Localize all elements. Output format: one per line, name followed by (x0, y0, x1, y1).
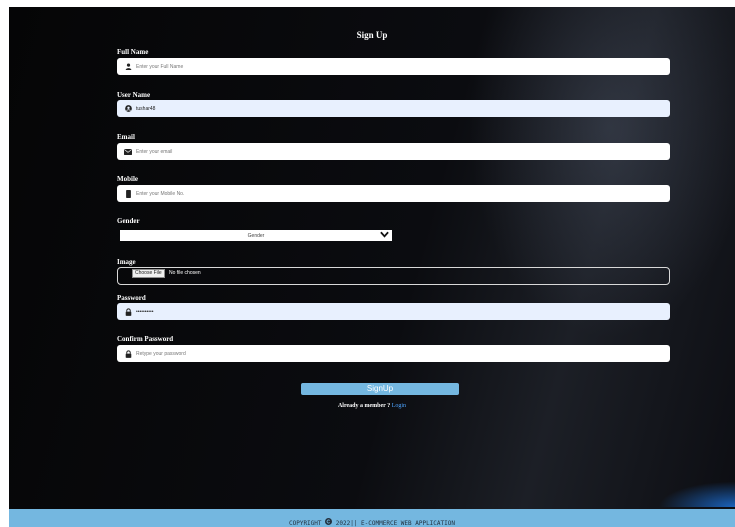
gender-label: Gender (117, 217, 140, 225)
signup-button[interactable]: SignUp (301, 383, 459, 395)
background-light-streak (645, 477, 735, 507)
already-member-text: Already a member ? Login (9, 403, 735, 409)
user-circle-icon (121, 105, 135, 112)
image-file-input: Choose File No file chosen (117, 267, 670, 285)
user-name-input[interactable] (135, 101, 656, 116)
user-name-label: User Name (117, 91, 151, 99)
signup-page: Sign Up Full Name User Name Email Mobile… (9, 7, 735, 527)
user-name-field-wrapper (117, 100, 670, 117)
chevron-down-icon (380, 231, 389, 240)
email-label: Email (117, 133, 135, 141)
full-name-field-wrapper (117, 58, 670, 75)
password-input[interactable] (135, 304, 656, 319)
mobile-phone-icon (121, 189, 135, 198)
lock-icon (121, 307, 135, 316)
lock-icon (121, 349, 135, 358)
email-input[interactable] (135, 144, 656, 159)
gender-select[interactable]: Gender (120, 230, 392, 241)
footer: COPYRIGHT 2022|| E-COMMERCE WEB APPLICAT… (9, 509, 735, 527)
image-label: Image (117, 258, 136, 266)
page-title: Sign Up (356, 30, 388, 40)
member-prompt: Already a member ? (337, 403, 391, 409)
password-field-wrapper (117, 303, 670, 320)
footer-copyright-text: 2022|| E-COMMERCE WEB APPLICATION (335, 520, 455, 527)
full-name-label: Full Name (117, 48, 149, 56)
email-field-wrapper (117, 143, 670, 160)
confirm-password-label: Confirm Password (117, 335, 174, 343)
mobile-input[interactable] (135, 186, 656, 201)
file-status-text: No file chosen (169, 270, 201, 276)
copyright-icon (325, 509, 333, 527)
password-label: Password (117, 294, 146, 302)
footer-copyright-prefix: COPYRIGHT (289, 520, 322, 527)
mobile-label: Mobile (117, 175, 138, 183)
envelope-icon (121, 148, 135, 155)
full-name-input[interactable] (135, 59, 656, 74)
confirm-password-input[interactable] (135, 346, 656, 361)
choose-file-button[interactable]: Choose File (132, 269, 165, 278)
user-icon (121, 63, 135, 70)
login-link[interactable]: Login (392, 403, 406, 409)
gender-selected-value: Gender (247, 232, 265, 239)
confirm-password-field-wrapper (117, 345, 670, 362)
mobile-field-wrapper (117, 185, 670, 202)
